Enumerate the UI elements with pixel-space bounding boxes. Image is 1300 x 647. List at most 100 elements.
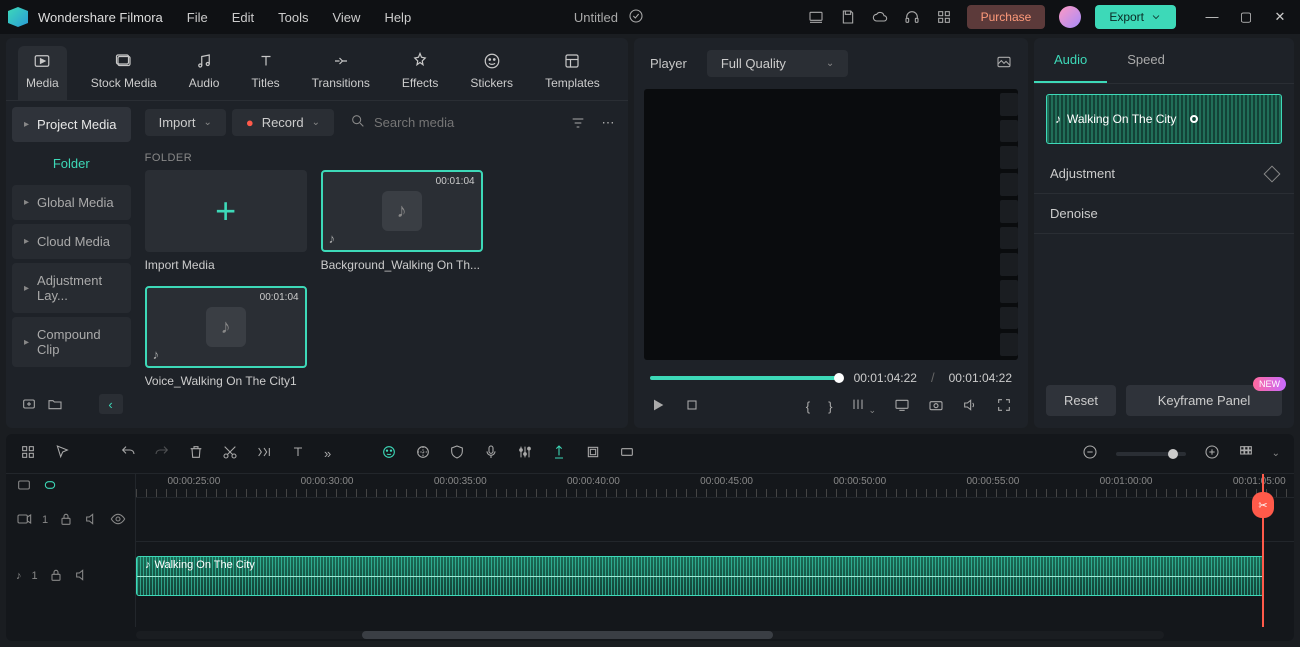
section-adjustment[interactable]: Adjustment: [1034, 154, 1294, 194]
timeline-tracks[interactable]: 00:00:25:00 00:00:30:00 00:00:35:00 00:0…: [136, 474, 1294, 627]
music-icon: ♪: [1055, 112, 1061, 126]
audio-track[interactable]: ♪Walking On The City: [136, 552, 1294, 600]
sidebar-item-folder[interactable]: Folder: [12, 146, 131, 181]
visibility-icon[interactable]: [110, 511, 126, 530]
tab-transitions[interactable]: Transitions: [304, 46, 378, 100]
new-folder-icon[interactable]: [46, 395, 64, 413]
fullscreen-icon[interactable]: [996, 397, 1012, 416]
tab-templates[interactable]: Templates: [537, 46, 608, 100]
maximize-button[interactable]: ▢: [1234, 9, 1258, 25]
record-button[interactable]: ●Record⌄: [232, 109, 334, 136]
purchase-button[interactable]: Purchase: [967, 5, 1046, 29]
lock-icon[interactable]: [58, 511, 74, 530]
section-denoise[interactable]: Denoise: [1034, 194, 1294, 234]
mute-icon[interactable]: [84, 511, 100, 530]
player-viewport[interactable]: [644, 89, 1018, 360]
timeline-scrollbar[interactable]: [136, 631, 1164, 639]
speed-icon[interactable]: [256, 444, 272, 463]
playhead[interactable]: [1262, 474, 1264, 627]
tab-stickers[interactable]: Stickers: [462, 46, 521, 100]
ai-icon[interactable]: [381, 444, 397, 463]
titlebar: Wondershare Filmora File Edit Tools View…: [0, 0, 1300, 34]
stop-button[interactable]: [684, 397, 700, 416]
more-icon[interactable]: ⋯: [596, 111, 620, 135]
mark-in-button[interactable]: {: [806, 399, 810, 414]
menu-file[interactable]: File: [187, 10, 208, 25]
user-avatar[interactable]: [1059, 6, 1081, 28]
more-tools-icon[interactable]: »: [324, 446, 331, 461]
headphones-icon[interactable]: [903, 8, 921, 26]
cloud-icon[interactable]: [871, 8, 889, 26]
audio-clip[interactable]: ♪Walking On The City: [136, 556, 1264, 596]
collapse-sidebar-button[interactable]: ‹: [99, 394, 123, 414]
zoom-out-icon[interactable]: [1082, 444, 1098, 463]
tab-media[interactable]: Media: [18, 46, 67, 100]
volume-icon[interactable]: [962, 397, 978, 416]
import-button[interactable]: Import⌄: [145, 109, 226, 136]
new-bin-icon[interactable]: [20, 395, 38, 413]
keyframe-panel-button[interactable]: Keyframe PanelNEW: [1126, 385, 1282, 416]
seek-bar[interactable]: [650, 376, 840, 380]
inspector-tab-speed[interactable]: Speed: [1107, 38, 1185, 83]
search-input[interactable]: [374, 115, 550, 130]
media-item[interactable]: 00:01:04♪♪ Voice_Walking On The City1: [145, 286, 307, 388]
delete-icon[interactable]: [188, 444, 204, 463]
tab-effects[interactable]: Effects: [394, 46, 446, 100]
undo-icon[interactable]: [120, 444, 136, 463]
link-icon[interactable]: [16, 477, 32, 496]
media-item-import[interactable]: + Import Media: [145, 170, 307, 272]
crop-icon[interactable]: [585, 444, 601, 463]
lock-icon[interactable]: [48, 567, 64, 586]
reset-button[interactable]: Reset: [1046, 385, 1116, 416]
color-icon[interactable]: [415, 444, 431, 463]
mute-icon[interactable]: [74, 567, 90, 586]
aspect-icon[interactable]: [619, 444, 635, 463]
redo-icon[interactable]: [154, 444, 170, 463]
sidebar-item-global-media[interactable]: ▸Global Media: [12, 185, 131, 220]
sidebar-item-project-media[interactable]: ▸Project Media: [12, 107, 131, 142]
menu-edit[interactable]: Edit: [232, 10, 254, 25]
apps-icon[interactable]: [935, 8, 953, 26]
quality-dropdown[interactable]: Full Quality⌄: [707, 50, 848, 77]
menu-view[interactable]: View: [332, 10, 360, 25]
magnet-icon[interactable]: [42, 477, 58, 496]
export-button[interactable]: Export: [1095, 5, 1176, 29]
mark-out-button[interactable]: }: [828, 399, 832, 414]
menu-tools[interactable]: Tools: [278, 10, 308, 25]
close-button[interactable]: ✕: [1268, 9, 1292, 25]
text-icon[interactable]: [290, 444, 306, 463]
minimize-button[interactable]: ―: [1200, 9, 1224, 25]
filter-icon[interactable]: [566, 111, 590, 135]
camera-icon[interactable]: [928, 397, 944, 416]
playhead-cut-handle[interactable]: [1252, 492, 1274, 518]
tab-stock-media[interactable]: Stock Media: [83, 46, 165, 100]
markers-icon[interactable]: ⌄: [850, 397, 876, 416]
zoom-slider[interactable]: [1116, 452, 1186, 456]
sidebar-item-cloud-media[interactable]: ▸Cloud Media: [12, 224, 131, 259]
cursor-icon[interactable]: [54, 444, 70, 463]
mic-icon[interactable]: [483, 444, 499, 463]
sidebar-item-compound-clip[interactable]: ▸Compound Clip: [12, 317, 131, 367]
shield-icon[interactable]: [449, 444, 465, 463]
marker-icon[interactable]: [551, 444, 567, 463]
play-button[interactable]: [650, 397, 666, 416]
view-grid-icon[interactable]: [1238, 444, 1254, 463]
video-track[interactable]: [136, 498, 1294, 542]
tab-audio[interactable]: Audio: [181, 46, 228, 100]
display-icon[interactable]: [894, 397, 910, 416]
clip-preview[interactable]: ♪Walking On The City: [1046, 94, 1282, 144]
time-ruler[interactable]: 00:00:25:00 00:00:30:00 00:00:35:00 00:0…: [136, 474, 1294, 498]
media-item[interactable]: 00:01:04♪♪ Background_Walking On Th...: [321, 170, 483, 272]
audio-mixer-icon[interactable]: [517, 444, 533, 463]
snapshot-icon[interactable]: [996, 54, 1012, 73]
layout-icon[interactable]: [20, 444, 36, 463]
zoom-in-icon[interactable]: [1204, 444, 1220, 463]
device-icon[interactable]: [807, 8, 825, 26]
sidebar-item-adjustment-layer[interactable]: ▸Adjustment Lay...: [12, 263, 131, 313]
inspector-tab-audio[interactable]: Audio: [1034, 38, 1107, 83]
cut-icon[interactable]: [222, 444, 238, 463]
save-icon[interactable]: [839, 8, 857, 26]
view-options-dropdown[interactable]: ⌄: [1272, 448, 1280, 459]
tab-titles[interactable]: Titles: [243, 46, 287, 100]
menu-help[interactable]: Help: [384, 10, 411, 25]
